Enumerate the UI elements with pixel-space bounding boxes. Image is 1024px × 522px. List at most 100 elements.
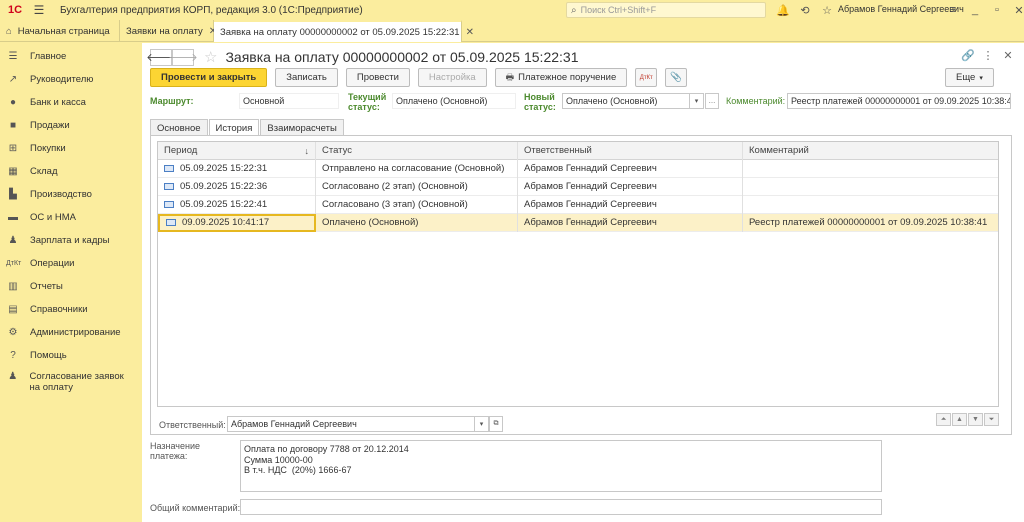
sidebar-item-reports[interactable]: ▥ Отчеты: [0, 275, 142, 298]
coin-icon: ●: [9, 97, 17, 108]
column-header-responsible[interactable]: Ответственный: [518, 141, 743, 160]
sidebar-item-manager[interactable]: ↗ Руководителю: [0, 68, 142, 91]
responsible-cell: Абрамов Геннадий Сергеевич: [518, 195, 743, 214]
new-status-select[interactable]: Оплачено (Основной): [562, 93, 690, 109]
gear-icon: ⚙: [8, 327, 18, 338]
comment-cell: [743, 160, 998, 178]
main-menu-icon[interactable]: ☰: [30, 3, 48, 17]
dt-kt-button[interactable]: ДтКт: [635, 68, 658, 87]
maximize-icon[interactable]: ▫: [986, 4, 1008, 16]
sidebar-item-help[interactable]: ? Помощь: [0, 344, 142, 367]
table-row[interactable]: 05.09.2025 15:22:31 Отправлено на соглас…: [158, 159, 998, 178]
truck-icon: ▬: [8, 212, 18, 223]
comment-label: Комментарий:: [726, 96, 786, 106]
sidebar-item-bank[interactable]: ● Банк и касса: [0, 91, 142, 114]
sidebar-item-references[interactable]: ▤ Справочники: [0, 298, 142, 321]
column-header-period[interactable]: Период ↓: [158, 141, 316, 160]
period-cell: 09.09.2025 10:41:17: [182, 217, 270, 228]
sidebar-item-sales[interactable]: ■ Продажи: [0, 114, 142, 137]
scroll-top-icon[interactable]: ⏶: [936, 413, 951, 426]
chart-icon: ↗: [8, 74, 18, 85]
sidebar: ☰ Главное ↗ Руководителю ● Банк и касса ■ Пр…: [0, 43, 142, 522]
tab-payment-request-doc[interactable]: Заявка на оплату 00000000002 от 05.09.20…: [214, 20, 474, 42]
comment-cell: [743, 178, 998, 196]
app-title: Бухгалтерия предприятия КОРП, редакция 3…: [60, 4, 363, 16]
more-label: Еще: [956, 72, 976, 83]
close-tab-icon[interactable]: ✕: [466, 27, 474, 38]
more-button[interactable]: Еще ▾: [945, 68, 994, 87]
save-button[interactable]: Записать: [275, 68, 338, 87]
sidebar-item-label: Справочники: [30, 304, 88, 315]
chevron-down-icon[interactable]: ▾: [475, 416, 489, 432]
app-logo: 1С: [7, 4, 23, 16]
sidebar-item-payroll[interactable]: ♟ Зарплата и кадры: [0, 229, 142, 252]
tab-payment-requests[interactable]: Заявки на оплату ✕: [120, 20, 217, 42]
comment-field[interactable]: Реестр платежей 00000000001 от 09.09.202…: [787, 93, 1011, 109]
search-input[interactable]: ⌕ Поиск Ctrl+Shift+F: [566, 2, 766, 18]
history-icon[interactable]: ⟲: [794, 4, 816, 17]
payment-order-button[interactable]: 🖶 Платежное поручение: [494, 68, 628, 87]
forward-button[interactable]: 🡒: [168, 48, 198, 66]
window-tabs: ⌂ Начальная страница Заявки на оплату ✕ …: [0, 20, 1024, 42]
record-icon: [164, 183, 174, 190]
favorite-star-icon[interactable]: ☆: [204, 48, 217, 66]
sidebar-item-approvals[interactable]: ♟ Согласование заявок на оплату: [0, 367, 142, 397]
current-status-field: Оплачено (Основной): [392, 93, 516, 109]
sidebar-item-label: Помощь: [30, 350, 67, 361]
column-header-comment[interactable]: Комментарий: [743, 142, 998, 160]
sidebar-item-warehouse[interactable]: ▦ Склад: [0, 160, 142, 183]
favorites-star-icon[interactable]: ☆: [816, 4, 838, 17]
scroll-up-icon[interactable]: ▲: [952, 413, 967, 426]
book-icon: ▤: [8, 304, 18, 315]
sidebar-item-purchases[interactable]: ⊞ Покупки: [0, 137, 142, 160]
scroll-down-icon[interactable]: ▼: [968, 413, 983, 426]
help-icon: ?: [10, 350, 16, 361]
history-table[interactable]: Период ↓ Статус Ответственный Комментарий…: [157, 141, 999, 407]
link-icon[interactable]: 🔗: [958, 49, 978, 62]
tab-label: Заявка на оплату 00000000002 от 05.09.20…: [220, 26, 460, 38]
more-vertical-icon[interactable]: ⋮: [978, 49, 998, 62]
sidebar-item-assets[interactable]: ▬ ОС и НМА: [0, 206, 142, 229]
paperclip-icon: 📎: [670, 72, 683, 83]
table-row-selected[interactable]: 09.09.2025 10:41:17 Оплачено (Основной) …: [158, 213, 998, 232]
responsible-field[interactable]: Абрамов Геннадий Сергеевич: [227, 416, 475, 432]
tab-settlements[interactable]: Взаиморасчеты: [260, 119, 344, 136]
chevron-down-icon[interactable]: ▾: [690, 93, 704, 109]
bell-icon[interactable]: 🔔: [772, 4, 794, 17]
open-record-icon[interactable]: ⧉: [489, 416, 503, 432]
responsible-cell: Абрамов Геннадий Сергеевич: [518, 177, 743, 196]
comment-cell: Реестр платежей 00000000001 от 09.09.202…: [749, 217, 988, 228]
post-and-close-button[interactable]: Провести и закрыть: [150, 68, 268, 87]
minimize-icon[interactable]: _: [964, 4, 986, 16]
column-header-status[interactable]: Статус: [316, 141, 518, 160]
sidebar-item-main[interactable]: ☰ Главное: [0, 45, 142, 68]
route-field[interactable]: Основной: [239, 93, 339, 109]
close-form-icon[interactable]: ✕: [998, 49, 1018, 62]
chevron-down-icon: ▾: [979, 74, 983, 82]
window-menu-icon[interactable]: ≡: [942, 4, 964, 16]
sidebar-item-label: Руководителю: [30, 74, 94, 85]
payment-order-label: Платежное поручение: [518, 72, 617, 83]
sidebar-item-admin[interactable]: ⚙ Администрирование: [0, 321, 142, 344]
comment-cell: [743, 196, 998, 214]
toolbar: Провести и закрыть Записать Провести Нас…: [150, 68, 695, 87]
table-row[interactable]: 05.09.2025 15:22:41 Согласовано (3 этап)…: [158, 195, 998, 214]
general-comment-field[interactable]: [240, 499, 882, 515]
purpose-textarea[interactable]: Оплата по договору 7788 от 20.12.2014 Су…: [240, 440, 882, 492]
sidebar-item-operations[interactable]: ДтКт Операции: [0, 252, 142, 275]
dt-kt-icon: ДтКт: [6, 260, 22, 267]
sidebar-item-production[interactable]: ▙ Производство: [0, 183, 142, 206]
attach-button[interactable]: 📎: [665, 68, 688, 87]
post-button[interactable]: Провести: [345, 68, 410, 87]
tab-home[interactable]: ⌂ Начальная страница: [0, 20, 120, 42]
route-label: Маршрут:: [150, 96, 194, 106]
close-icon[interactable]: ✕: [1008, 4, 1024, 17]
table-row[interactable]: 05.09.2025 15:22:36 Согласовано (2 этап)…: [158, 177, 998, 196]
tab-main[interactable]: Основное: [150, 119, 208, 136]
document-form: 🡐 🡒 ☆ Заявка на оплату 00000000002 от 05…: [142, 43, 1024, 522]
settings-button[interactable]: Настройка: [417, 68, 487, 87]
open-picker-button[interactable]: …: [705, 93, 719, 109]
scroll-bottom-icon[interactable]: ⏷: [984, 413, 999, 426]
tab-history[interactable]: История: [208, 119, 260, 136]
record-icon: [166, 219, 176, 226]
